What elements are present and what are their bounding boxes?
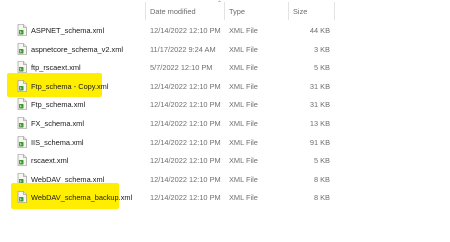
file-date-modified: 12/14/2022 12:10 PM <box>150 119 221 128</box>
file-type: XML File <box>229 100 258 110</box>
column-divider[interactable] <box>334 2 335 20</box>
file-date-modified: 5/7/2022 12:10 PM <box>150 63 213 73</box>
file-row[interactable]: Ftp_schema - Copy.xml 12/14/2022 12:10 PM… <box>0 72 450 97</box>
file-type: XML File <box>229 137 258 147</box>
file-date-modified: 11/17/2022 9:24 AM <box>150 44 216 54</box>
xml-file-icon <box>17 61 27 73</box>
file-row[interactable]: WebDAV_schema_backup.xml 12/14/2022 12:10… <box>0 183 450 210</box>
xml-file-icon <box>17 117 27 129</box>
file-size: 5 KB <box>313 63 330 73</box>
file-date-modified: 12/14/2022 12:10 PM <box>150 193 221 203</box>
file-name: rscaext.xml <box>31 156 69 166</box>
file-name: aspnetcore_schema_v2.xml <box>31 44 124 54</box>
column-divider[interactable] <box>145 2 146 20</box>
file-size: 91 KB <box>309 137 330 147</box>
file-name: IIS_schema.xml <box>31 137 84 147</box>
column-header-size[interactable]: Size <box>293 7 307 16</box>
file-row[interactable]: rscaext.xml 12/14/2022 12:10 PM XML File 5 … <box>0 151 450 169</box>
file-date-modified: 12/14/2022 12:10 PM <box>150 100 221 110</box>
column-divider[interactable] <box>288 2 289 20</box>
vertical-scrollbar[interactable] <box>434 0 450 242</box>
column-header-date-modified[interactable]: Date modified <box>150 7 196 16</box>
xml-file-icon <box>17 154 27 166</box>
file-name: ASPNET_schema.xml <box>31 26 105 35</box>
file-size: 44 KB <box>309 26 330 35</box>
file-size: 3 KB <box>313 44 330 54</box>
file-type: XML File <box>229 174 258 184</box>
file-type: XML File <box>229 119 258 128</box>
file-name: WebDAV_schema_backup.xml <box>31 193 133 203</box>
file-name: ftp_rscaext.xml <box>31 63 81 73</box>
file-date-modified: 12/14/2022 12:10 PM <box>150 81 221 91</box>
file-row[interactable]: ASPNET_schema.xml 12/14/2022 12:10 PM XML … <box>0 21 450 39</box>
xml-file-icon <box>17 42 27 55</box>
file-type: XML File <box>229 193 258 203</box>
file-size: 8 KB <box>313 193 330 203</box>
file-type: XML File <box>229 44 258 54</box>
file-row[interactable]: IIS_schema.xml 12/14/2022 12:10 PM XML Fil… <box>0 133 450 151</box>
file-type: XML File <box>229 26 258 35</box>
file-type: XML File <box>229 63 258 73</box>
xml-file-icon <box>17 191 27 204</box>
xml-file-icon <box>17 98 27 111</box>
xml-file-icon <box>17 79 27 92</box>
file-size: 13 KB <box>309 119 330 128</box>
file-size: 5 KB <box>313 156 330 166</box>
file-date-modified: 12/14/2022 12:10 PM <box>150 137 221 147</box>
file-date-modified: 12/14/2022 12:10 PM <box>150 174 221 184</box>
file-size: 31 KB <box>309 100 330 110</box>
file-name: Ftp_schema - Copy.xml <box>31 81 109 91</box>
file-size: 8 KB <box>313 174 330 184</box>
column-divider[interactable] <box>224 2 225 20</box>
file-name: FX_schema.xml <box>31 119 84 128</box>
file-type: XML File <box>229 156 258 166</box>
file-date-modified: 12/14/2022 12:10 PM <box>150 26 221 35</box>
file-row[interactable]: aspnetcore_schema_v2.xml 11/17/2022 9:24 … <box>0 40 450 58</box>
file-row[interactable]: FX_schema.xml 12/14/2022 12:10 PM XML File… <box>0 114 450 132</box>
file-row[interactable]: Ftp_schema.xml 12/14/2022 12:10 PM XML Fil… <box>0 95 450 113</box>
file-size: 31 KB <box>309 81 330 91</box>
file-name: Ftp_schema.xml <box>31 100 86 110</box>
column-header-type[interactable]: Type <box>229 7 245 16</box>
file-date-modified: 12/14/2022 12:10 PM <box>150 156 221 166</box>
sort-up-icon: ⌃ <box>217 1 223 7</box>
xml-file-icon <box>17 24 27 36</box>
xml-file-icon <box>17 135 27 148</box>
file-type: XML File <box>229 81 258 91</box>
